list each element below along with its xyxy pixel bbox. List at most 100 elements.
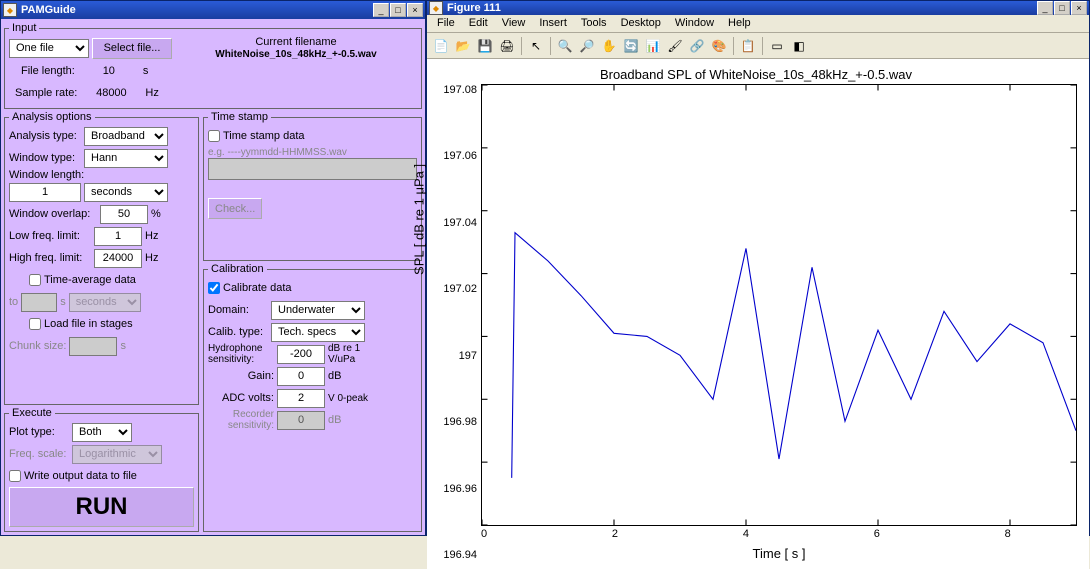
file-length-value: 10 xyxy=(89,65,129,77)
analysis-type-select[interactable]: Broadband xyxy=(84,127,168,146)
zoom-out-icon[interactable]: 🔎 xyxy=(577,36,597,56)
run-button[interactable]: RUN xyxy=(9,487,194,527)
y-tick: 196.98 xyxy=(435,416,477,428)
y-tick: 197 xyxy=(435,350,477,362)
window-type-select[interactable]: Hann xyxy=(84,149,168,168)
cursor-icon[interactable]: 📊 xyxy=(643,36,663,56)
overlap-unit: % xyxy=(151,208,161,220)
x-tick: 0 xyxy=(481,528,487,544)
new-icon[interactable]: 📄 xyxy=(431,36,451,56)
time-avg-to-input xyxy=(21,293,57,312)
low-freq-label: Low freq. limit: xyxy=(9,230,91,242)
filename-label: Current filename xyxy=(175,36,417,48)
chunk-size-input xyxy=(69,337,117,356)
rotate-icon[interactable]: 🔄 xyxy=(621,36,641,56)
write-output-checkbox[interactable] xyxy=(9,470,21,482)
load-stages-checkbox[interactable] xyxy=(29,318,41,330)
input-legend: Input xyxy=(9,22,39,34)
tool-bar: 📄📂💾🖨 ↖ 🔍🔎✋🔄📊🖌🔗🎨 📋 ▭◧ xyxy=(427,33,1089,59)
maximize-button[interactable]: □ xyxy=(390,3,406,17)
link-icon[interactable]: 🔗 xyxy=(687,36,707,56)
time-avg-unit-select: seconds xyxy=(69,293,141,312)
pan-icon[interactable]: ✋ xyxy=(599,36,619,56)
plot-type-select[interactable]: Both xyxy=(72,423,132,442)
window-length-input[interactable] xyxy=(9,183,81,202)
colorbar-icon[interactable]: 🎨 xyxy=(709,36,729,56)
menu-help[interactable]: Help xyxy=(722,16,757,31)
adc-label: ADC volts: xyxy=(208,392,274,404)
adc-unit: V 0-peak xyxy=(328,393,368,404)
window-overlap-input[interactable] xyxy=(100,205,148,224)
freq-scale-select: Logarithmic xyxy=(72,445,162,464)
calibrate-checkbox[interactable] xyxy=(208,282,220,294)
menu-insert[interactable]: Insert xyxy=(533,16,573,31)
hide-icon[interactable]: ▭ xyxy=(767,36,787,56)
dock-icon[interactable]: ◧ xyxy=(789,36,809,56)
matlab-icon: ◆ xyxy=(3,3,17,17)
check-button: Check... xyxy=(208,198,262,219)
domain-select[interactable]: Underwater xyxy=(271,301,365,320)
high-freq-input[interactable] xyxy=(94,249,142,268)
analysis-type-label: Analysis type: xyxy=(9,130,81,142)
gain-input[interactable] xyxy=(277,367,325,386)
file-length-unit: s xyxy=(143,65,149,77)
freq-scale-label: Freq. scale: xyxy=(9,448,69,460)
recorder-sens-input xyxy=(277,411,325,430)
hydrophone-sens-input[interactable] xyxy=(277,345,325,364)
chunk-size-label: Chunk size: xyxy=(9,340,66,352)
x-axis-label: Time [ s ] xyxy=(481,546,1077,561)
recorder-unit: dB xyxy=(328,414,341,426)
time-average-label: Time-average data xyxy=(44,274,136,286)
open-icon[interactable]: 📂 xyxy=(453,36,473,56)
window-type-label: Window type: xyxy=(9,152,81,164)
x-axis-ticks: 02468 xyxy=(481,526,1077,544)
sample-rate-label: Sample rate: xyxy=(15,87,77,99)
select-file-button[interactable]: Select file... xyxy=(92,38,172,59)
time-average-checkbox[interactable] xyxy=(29,274,41,286)
domain-label: Domain: xyxy=(208,304,268,316)
brush-icon[interactable]: 🖌 xyxy=(665,36,685,56)
calibrate-label: Calibrate data xyxy=(223,282,292,294)
x-tick: 6 xyxy=(874,528,880,544)
x-tick: 2 xyxy=(612,528,618,544)
plot-type-label: Plot type: xyxy=(9,426,69,438)
figure-titlebar: ◆ Figure 111 _ □ × xyxy=(427,1,1089,15)
figure-window: ◆ Figure 111 _ □ × FileEditViewInsertToo… xyxy=(426,0,1090,536)
timestamp-group: Time stamp Time stamp data e.g. ----yymm… xyxy=(203,111,422,261)
menu-desktop[interactable]: Desktop xyxy=(615,16,667,31)
print-icon[interactable]: 🖨 xyxy=(497,36,517,56)
timestamp-legend: Time stamp xyxy=(208,111,271,123)
menu-edit[interactable]: Edit xyxy=(463,16,494,31)
maximize-button[interactable]: □ xyxy=(1054,1,1070,15)
menu-file[interactable]: File xyxy=(431,16,461,31)
window-length-unit-select[interactable]: seconds xyxy=(84,183,168,202)
calib-type-select[interactable]: Tech. specs xyxy=(271,323,365,342)
menu-window[interactable]: Window xyxy=(669,16,720,31)
pam-title: PAMGuide xyxy=(21,4,373,16)
adc-input[interactable] xyxy=(277,389,325,408)
y-tick: 197.04 xyxy=(435,217,477,229)
save-icon[interactable]: 💾 xyxy=(475,36,495,56)
y-tick: 197.06 xyxy=(435,150,477,162)
calibration-legend: Calibration xyxy=(208,263,267,275)
chunk-unit: s xyxy=(120,340,126,352)
legend-icon[interactable]: 📋 xyxy=(738,36,758,56)
timestamp-input xyxy=(208,158,417,180)
zoom-in-icon[interactable]: 🔍 xyxy=(555,36,575,56)
pointer-icon[interactable]: ↖ xyxy=(526,36,546,56)
low-freq-input[interactable] xyxy=(94,227,142,246)
close-button[interactable]: × xyxy=(1071,1,1087,15)
x-tick: 8 xyxy=(1005,528,1011,544)
minimize-button[interactable]: _ xyxy=(1037,1,1053,15)
menu-view[interactable]: View xyxy=(496,16,532,31)
minimize-button[interactable]: _ xyxy=(373,3,389,17)
chart-title: Broadband SPL of WhiteNoise_10s_48kHz_+-… xyxy=(435,67,1077,82)
input-mode-select[interactable]: One file xyxy=(9,39,89,58)
window-overlap-label: Window overlap: xyxy=(9,208,97,220)
s-label: s xyxy=(60,296,66,308)
timestamp-placeholder: e.g. ----yymmdd-HHMMSS.wav xyxy=(208,147,417,158)
menu-tools[interactable]: Tools xyxy=(575,16,613,31)
y-axis-ticks: 197.08197.06197.04197.02197196.98196.961… xyxy=(435,84,481,561)
timestamp-checkbox[interactable] xyxy=(208,130,220,142)
close-button[interactable]: × xyxy=(407,3,423,17)
